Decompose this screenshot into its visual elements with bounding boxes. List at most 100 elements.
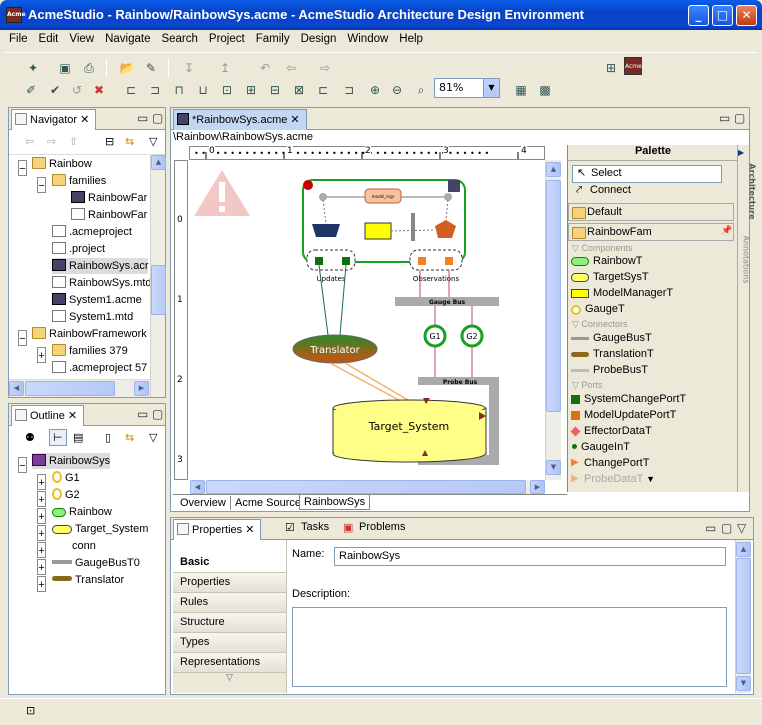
menu-navigate[interactable]: Navigate (100, 30, 156, 45)
category-representations[interactable]: Representations (173, 653, 286, 673)
new-icon[interactable]: ✦ (24, 59, 42, 77)
tree-item[interactable]: .project (52, 241, 105, 257)
undo-icon[interactable]: ↺ (68, 81, 86, 99)
next-annotation-icon[interactable]: ↧ (180, 59, 198, 77)
palette-item-targetsyst[interactable]: TargetSysT (571, 271, 649, 283)
zoom-in-icon[interactable]: ⊕ (366, 81, 384, 99)
more-categories-icon[interactable]: ▽ (173, 673, 286, 693)
back-icon[interactable]: ⇦ (282, 59, 300, 77)
outline-item[interactable]: Rainbow (52, 504, 112, 520)
outline-item[interactable]: G2 (52, 487, 80, 503)
link-editor-icon[interactable]: ⇆ (125, 431, 134, 444)
tree-item[interactable]: families (52, 173, 106, 189)
tree-item[interactable]: System1.acme (52, 292, 142, 308)
tab-architecture[interactable]: Architecture (748, 163, 757, 219)
section-components[interactable]: ▽ Components (572, 243, 632, 254)
open-perspective-icon[interactable]: ⊞ (602, 59, 620, 77)
tree-item[interactable]: RainbowFar (71, 207, 147, 223)
category-types[interactable]: Types (173, 633, 286, 653)
maximize-button[interactable]: □ (712, 5, 733, 26)
tab-rainbowsys[interactable]: RainbowSys (299, 495, 371, 510)
tab-properties[interactable]: Properties ✕ (173, 519, 262, 540)
zoom-fit-icon[interactable]: ⌕ (412, 81, 430, 99)
edit-icon[interactable]: ✐ (22, 81, 40, 99)
zoom-level-select[interactable]: 81% ▼ (434, 78, 500, 98)
minimize-view-icon[interactable]: ▭ (137, 111, 148, 125)
minimize-view-icon[interactable]: ▭ (137, 407, 148, 421)
view-menu-icon[interactable]: ▽ (149, 431, 157, 444)
editor-hscrollbar[interactable]: ◀ ▶ (190, 480, 545, 494)
maximize-view-icon[interactable]: ▢ (734, 111, 745, 125)
outline-item[interactable]: conn (72, 538, 96, 554)
architecture-diagram[interactable]: model_mgr Updates Observations Gauge Bus… (190, 160, 545, 480)
palette-item-probedatat[interactable]: ▶ ProbeDataT ▼ (571, 473, 655, 485)
minimize-view-icon[interactable]: ▭ (719, 111, 730, 125)
print-icon[interactable]: ⎙ (80, 59, 98, 77)
menu-view[interactable]: View (64, 30, 100, 45)
align-bottom-icon[interactable]: ⊞ (242, 81, 260, 99)
tab-overview[interactable]: Overview (176, 496, 231, 510)
maximize-view-icon[interactable]: ▢ (721, 521, 732, 535)
palette-item-changeportt[interactable]: ▶ ChangePortT (571, 457, 649, 469)
category-basic[interactable]: Basic (173, 553, 286, 573)
fast-view-icon[interactable]: ⊡ (26, 704, 35, 717)
tab-tasks[interactable]: ☑ Tasks (283, 521, 329, 534)
palette-item-modelupdateportt[interactable]: ModelUpdatePortT (571, 409, 676, 421)
outline-item-selected[interactable]: RainbowSys (32, 453, 111, 469)
minimize-button[interactable]: _ (688, 5, 709, 26)
palette-item-effectordatat[interactable]: EffectorDataT (570, 425, 652, 437)
match-height-icon[interactable]: ⊠ (290, 81, 308, 99)
tab-problems[interactable]: ▣ Problems (341, 521, 405, 534)
menu-window[interactable]: Window (342, 30, 394, 45)
distribute-icon[interactable]: ⊏ (314, 81, 332, 99)
tree-item[interactable]: families 379 (52, 343, 128, 359)
up-icon[interactable]: ⇧ (69, 135, 78, 148)
back-icon[interactable]: ⇦ (25, 135, 34, 148)
category-rules[interactable]: Rules (173, 593, 286, 613)
link-editor-icon[interactable]: ⇆ (125, 135, 134, 148)
description-field[interactable] (292, 607, 727, 687)
forward-icon[interactable]: ⇨ (316, 59, 334, 77)
align-top-icon[interactable]: ⊔ (194, 81, 212, 99)
align-right-icon[interactable]: ⊓ (170, 81, 188, 99)
thumbnail-icon[interactable]: ▤ (73, 431, 83, 444)
select-tool[interactable]: ↖ Select (572, 165, 722, 183)
chevron-down-icon[interactable]: ▼ (483, 79, 499, 97)
snap-icon[interactable]: ▩ (536, 81, 554, 99)
view-menu-icon[interactable]: ▽ (737, 521, 746, 535)
tree-item[interactable]: RainbowFramework (32, 326, 147, 342)
filter-icon[interactable]: ⚉ (25, 431, 35, 444)
outline-item[interactable]: G1 (52, 470, 80, 486)
wand-icon[interactable]: ✎ (142, 59, 160, 77)
outline-item[interactable]: Translator (52, 572, 124, 588)
tree-item[interactable]: RainbowFar (71, 190, 147, 206)
menu-project[interactable]: Project (204, 30, 251, 45)
section-connectors[interactable]: ▽ Connectors (572, 319, 627, 330)
tree-item[interactable]: Rainbow (32, 156, 92, 172)
name-field[interactable]: RainbowSys (334, 547, 726, 566)
menu-family[interactable]: Family (251, 30, 296, 45)
forward-icon[interactable]: ⇨ (47, 135, 56, 148)
tab-annotations[interactable]: Annotations (742, 235, 751, 283)
zoom-out-icon[interactable]: ⊖ (388, 81, 406, 99)
save-icon[interactable]: ▣ (56, 59, 74, 77)
align-middle-icon[interactable]: ⊡ (218, 81, 236, 99)
open-folder-icon[interactable]: 📂 (118, 59, 136, 77)
tree-item[interactable]: System1.mtd (52, 309, 133, 325)
document-icon[interactable]: ▯ (105, 431, 111, 444)
menu-edit[interactable]: Edit (34, 30, 65, 45)
drawer-default[interactable]: Default (568, 203, 734, 221)
tab-outline[interactable]: Outline ✕ (11, 405, 85, 426)
view-menu-icon[interactable]: ▽ (149, 135, 157, 148)
prev-annotation-icon[interactable]: ↥ (216, 59, 234, 77)
palette-item-systemchangeportt[interactable]: SystemChangePortT (571, 393, 686, 405)
menu-file[interactable]: File (4, 30, 34, 45)
layout-icon[interactable]: ⊐ (340, 81, 358, 99)
tree-item-selected[interactable]: RainbowSys.acr (52, 258, 149, 274)
navigator-scrollbar[interactable]: ▲ (150, 155, 166, 397)
collapse-all-icon[interactable]: ⊟ (105, 135, 114, 148)
maximize-view-icon[interactable]: ▢ (152, 111, 163, 125)
acme-perspective-icon[interactable]: Acme (624, 57, 642, 75)
palette-item-gaugebust[interactable]: GaugeBusT (571, 332, 652, 344)
connect-tool[interactable]: ⤤ Connect (572, 183, 631, 196)
